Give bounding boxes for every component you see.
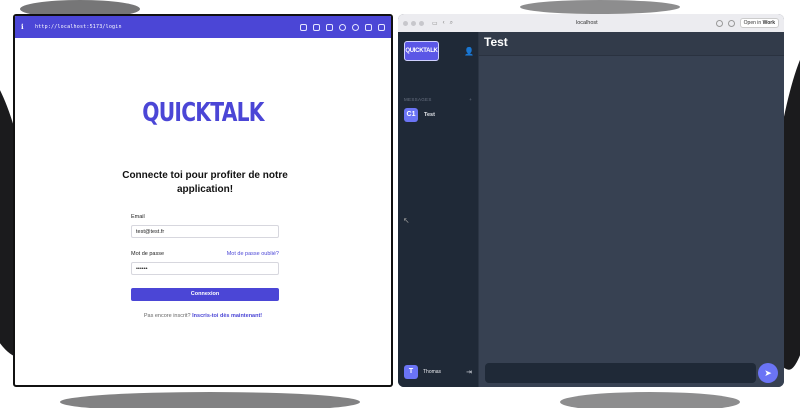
attach-icon[interactable]	[300, 23, 307, 31]
signup-link[interactable]: Inscris-toi dès maintenant!	[192, 313, 262, 319]
back-icon[interactable]: ‹	[443, 20, 445, 26]
globe-icon[interactable]	[339, 23, 346, 31]
open-in-label: Open in	[743, 20, 762, 26]
email-label: Email	[131, 214, 145, 220]
mouse-cursor-icon: ↖	[403, 216, 410, 225]
password-label: Mot de passe	[131, 251, 165, 257]
browser-toolbar: ▭ ‹ ⌕ localhost Open in Work	[398, 14, 784, 32]
conversation-avatar: C1	[404, 108, 418, 122]
signup-text: Pas encore inscrit?	[143, 313, 191, 319]
avatar[interactable]: T	[404, 365, 418, 379]
password-field[interactable]: ••••••	[131, 262, 279, 275]
decorative-shape	[560, 392, 740, 408]
signup-prompt: Pas encore inscrit? Inscris-toi dès main…	[15, 313, 391, 319]
target-icon[interactable]	[352, 23, 359, 31]
forgot-password-link[interactable]: Mot de passe oublié?	[227, 251, 279, 257]
screenshot-icon[interactable]	[326, 23, 333, 31]
url-text[interactable]: http://localhost:5173/login	[35, 24, 300, 30]
user-footer: T Thomas ⇥	[404, 365, 472, 379]
login-button[interactable]: Connexion	[131, 288, 279, 301]
window-controls	[403, 20, 424, 26]
camera-icon[interactable]	[313, 23, 320, 31]
decorative-shape	[60, 392, 360, 408]
devtools-toolbar	[300, 23, 385, 31]
info-icon[interactable]: ℹ	[21, 23, 31, 31]
password-label-row: Mot de passe Mot de passe oublié?	[131, 251, 279, 257]
conversation-item[interactable]: C1 Test	[404, 108, 435, 122]
email-field[interactable]: test@test.fr	[131, 225, 279, 238]
login-form: Email test@test.fr Mot de passe Mot de p…	[131, 214, 279, 301]
sidebar-toggle-icon[interactable]: ▭	[432, 20, 438, 27]
chat-area: Test ➤	[479, 32, 784, 387]
quicktalk-logo: QUICKTALK	[142, 98, 264, 128]
decorative-shape	[520, 0, 680, 14]
send-icon: ➤	[764, 368, 772, 378]
search-icon[interactable]: ⌕	[450, 20, 453, 27]
login-window: ℹ http://localhost:5173/login QUICKTALK …	[13, 14, 393, 387]
send-button[interactable]: ➤	[758, 363, 778, 383]
chat-title: Test	[479, 32, 784, 56]
message-input[interactable]	[485, 363, 756, 383]
section-label: MESSAGES	[404, 97, 432, 102]
chat-window: ▭ ‹ ⌕ localhost Open in Work QUICKTALK 👤…	[398, 14, 784, 387]
dev-address-bar: ℹ http://localhost:5173/login	[15, 16, 391, 38]
add-conversation-button[interactable]: +	[469, 97, 472, 102]
browser-title[interactable]: localhost	[458, 20, 716, 26]
robot-icon[interactable]	[365, 23, 372, 31]
login-page: QUICKTALK Connecte toi pour profiter de …	[15, 38, 391, 385]
sidebar: QUICKTALK 👤 MESSAGES + C1 Test T Thomas …	[398, 32, 479, 387]
messages-section-header: MESSAGES +	[404, 97, 472, 102]
link-icon[interactable]	[727, 19, 735, 27]
extension-icon[interactable]	[715, 19, 723, 27]
minimize-icon[interactable]	[411, 20, 416, 26]
add-user-icon[interactable]: 👤	[464, 47, 474, 56]
logout-icon[interactable]: ⇥	[466, 368, 472, 376]
open-in-app: Work	[762, 20, 775, 26]
menu-icon[interactable]	[378, 23, 385, 31]
page-title: Connecte toi pour profiter de notre appl…	[122, 170, 288, 195]
maximize-icon[interactable]	[419, 20, 424, 26]
close-icon[interactable]	[403, 20, 408, 26]
sidebar-logo[interactable]: QUICKTALK	[404, 41, 439, 61]
user-name: Thomas	[423, 369, 442, 375]
open-in-button[interactable]: Open in Work	[739, 18, 779, 28]
conversation-name: Test	[424, 112, 435, 118]
